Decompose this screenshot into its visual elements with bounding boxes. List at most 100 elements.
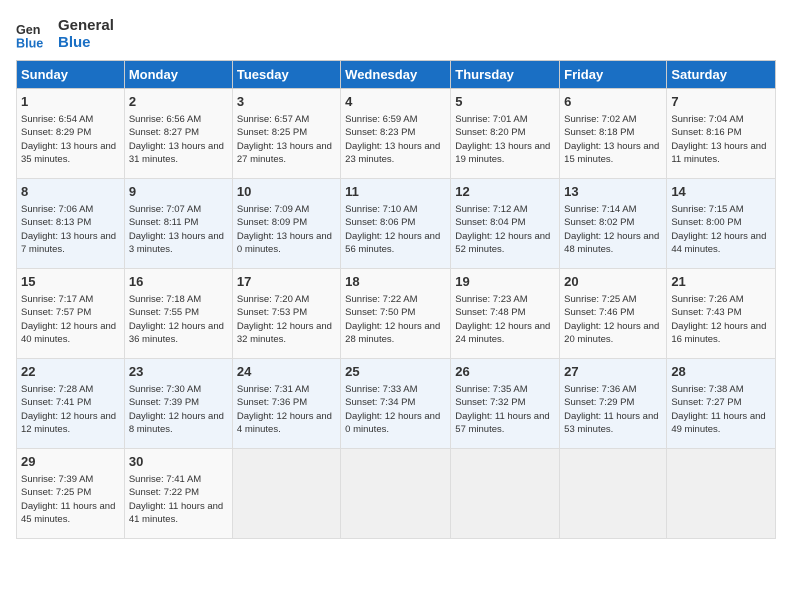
- calendar-week-row: 1Sunrise: 6:54 AMSunset: 8:29 PMDaylight…: [17, 89, 776, 179]
- daylight-label: Daylight: 13 hours and 0 minutes.: [237, 231, 332, 255]
- sunrise-text: Sunrise: 7:22 AM: [345, 294, 417, 305]
- sunset-text: Sunset: 8:25 PM: [237, 127, 307, 138]
- sunset-text: Sunset: 7:55 PM: [129, 307, 199, 318]
- daylight-label: Daylight: 12 hours and 36 minutes.: [129, 321, 224, 345]
- calendar-cell: 28Sunrise: 7:38 AMSunset: 7:27 PMDayligh…: [667, 359, 776, 449]
- calendar-cell: 3Sunrise: 6:57 AMSunset: 8:25 PMDaylight…: [232, 89, 340, 179]
- calendar-cell: 7Sunrise: 7:04 AMSunset: 8:16 PMDaylight…: [667, 89, 776, 179]
- day-number: 16: [129, 273, 228, 291]
- sunset-text: Sunset: 7:57 PM: [21, 307, 91, 318]
- sunset-text: Sunset: 7:53 PM: [237, 307, 307, 318]
- day-number: 22: [21, 363, 120, 381]
- sunrise-text: Sunrise: 7:12 AM: [455, 204, 527, 215]
- page-header: Gen Blue General Blue: [16, 16, 776, 52]
- calendar-cell: 5Sunrise: 7:01 AMSunset: 8:20 PMDaylight…: [451, 89, 560, 179]
- day-number: 24: [237, 363, 336, 381]
- sunset-text: Sunset: 8:13 PM: [21, 217, 91, 228]
- sunrise-text: Sunrise: 7:38 AM: [671, 384, 743, 395]
- day-number: 9: [129, 183, 228, 201]
- sunset-text: Sunset: 7:36 PM: [237, 397, 307, 408]
- sunset-text: Sunset: 7:22 PM: [129, 487, 199, 498]
- sunset-text: Sunset: 7:41 PM: [21, 397, 91, 408]
- sunrise-text: Sunrise: 7:30 AM: [129, 384, 201, 395]
- calendar-cell: 10 Sunrise: 7:09 AM Sunset: 8:09 PM Dayligh…: [232, 179, 340, 269]
- sunset-text: Sunset: 8:18 PM: [564, 127, 634, 138]
- header-wednesday: Wednesday: [341, 61, 451, 89]
- daylight-label: Daylight: 13 hours and 31 minutes.: [129, 141, 224, 165]
- sunrise-text: Sunrise: 7:33 AM: [345, 384, 417, 395]
- sunset-text: Sunset: 7:25 PM: [21, 487, 91, 498]
- daylight-label: Daylight: 12 hours and 8 minutes.: [129, 411, 224, 435]
- calendar-week-row: 22Sunrise: 7:28 AMSunset: 7:41 PMDayligh…: [17, 359, 776, 449]
- logo-icon: Gen Blue: [16, 16, 52, 52]
- daylight-label: Daylight: 13 hours and 11 minutes.: [671, 141, 766, 165]
- calendar-cell: 21Sunrise: 7:26 AMSunset: 7:43 PMDayligh…: [667, 269, 776, 359]
- header-thursday: Thursday: [451, 61, 560, 89]
- day-number: 18: [345, 273, 446, 291]
- daylight-label: Daylight: 13 hours and 27 minutes.: [237, 141, 332, 165]
- sunrise-text: Sunrise: 7:04 AM: [671, 114, 743, 125]
- logo-text-line2: Blue: [58, 34, 114, 51]
- daylight-label: Daylight: 12 hours and 48 minutes.: [564, 231, 659, 255]
- calendar-cell: 20Sunrise: 7:25 AMSunset: 7:46 PMDayligh…: [560, 269, 667, 359]
- calendar-cell: 8Sunrise: 7:06 AMSunset: 8:13 PMDaylight…: [17, 179, 125, 269]
- sunset-text: Sunset: 7:50 PM: [345, 307, 415, 318]
- calendar-cell: 27Sunrise: 7:36 AMSunset: 7:29 PMDayligh…: [560, 359, 667, 449]
- daylight-label: Daylight: 13 hours and 35 minutes.: [21, 141, 116, 165]
- calendar-week-row: 8Sunrise: 7:06 AMSunset: 8:13 PMDaylight…: [17, 179, 776, 269]
- calendar-cell: 22Sunrise: 7:28 AMSunset: 7:41 PMDayligh…: [17, 359, 125, 449]
- sunset-text: Sunset: 8:27 PM: [129, 127, 199, 138]
- sunrise-text: Sunrise: 7:36 AM: [564, 384, 636, 395]
- calendar-cell: 15Sunrise: 7:17 AMSunset: 7:57 PMDayligh…: [17, 269, 125, 359]
- day-number: 27: [564, 363, 662, 381]
- sunrise-text: Sunrise: 7:18 AM: [129, 294, 201, 305]
- day-number: 10: [237, 183, 336, 201]
- sunrise-text: Sunrise: 7:14 AM: [564, 204, 636, 215]
- sunrise-text: Sunrise: 6:56 AM: [129, 114, 201, 125]
- sunset-text: Sunset: 8:11 PM: [129, 217, 199, 228]
- calendar-cell: 19Sunrise: 7:23 AMSunset: 7:48 PMDayligh…: [451, 269, 560, 359]
- sunrise-text: Sunrise: 7:09 AM: [237, 204, 309, 215]
- calendar-cell: [341, 449, 451, 539]
- day-number: 21: [671, 273, 771, 291]
- sunset-text: Sunset: 8:09 PM: [237, 217, 307, 228]
- header-saturday: Saturday: [667, 61, 776, 89]
- calendar-cell: 18Sunrise: 7:22 AMSunset: 7:50 PMDayligh…: [341, 269, 451, 359]
- daylight-label: Daylight: 11 hours and 45 minutes.: [21, 501, 115, 525]
- daylight-label: Daylight: 12 hours and 16 minutes.: [671, 321, 766, 345]
- day-number: 11: [345, 183, 446, 201]
- sunrise-text: Sunrise: 7:02 AM: [564, 114, 636, 125]
- sunrise-text: Sunrise: 6:57 AM: [237, 114, 309, 125]
- calendar-cell: 11Sunrise: 7:10 AMSunset: 8:06 PMDayligh…: [341, 179, 451, 269]
- calendar-header-row: SundayMondayTuesdayWednesdayThursdayFrid…: [17, 61, 776, 89]
- daylight-label: Daylight: 12 hours and 20 minutes.: [564, 321, 659, 345]
- day-number: 14: [671, 183, 771, 201]
- calendar-week-row: 15Sunrise: 7:17 AMSunset: 7:57 PMDayligh…: [17, 269, 776, 359]
- daylight-label: Daylight: 11 hours and 57 minutes.: [455, 411, 549, 435]
- calendar-cell: 17Sunrise: 7:20 AMSunset: 7:53 PMDayligh…: [232, 269, 340, 359]
- calendar-cell: [560, 449, 667, 539]
- day-number: 17: [237, 273, 336, 291]
- calendar-cell: 12Sunrise: 7:12 AMSunset: 8:04 PMDayligh…: [451, 179, 560, 269]
- sunrise-text: Sunrise: 7:07 AM: [129, 204, 201, 215]
- daylight-label: Daylight: 11 hours and 41 minutes.: [129, 501, 223, 525]
- sunrise-text: Sunrise: 7:39 AM: [21, 474, 93, 485]
- sunset-text: Sunset: 7:46 PM: [564, 307, 634, 318]
- header-tuesday: Tuesday: [232, 61, 340, 89]
- sunrise-text: Sunrise: 7:06 AM: [21, 204, 93, 215]
- calendar-cell: 1Sunrise: 6:54 AMSunset: 8:29 PMDaylight…: [17, 89, 125, 179]
- calendar-cell: [232, 449, 340, 539]
- day-number: 29: [21, 453, 120, 471]
- daylight-label: Daylight: 13 hours and 15 minutes.: [564, 141, 659, 165]
- calendar-cell: 16 Sunrise: 7:18 AM Sunset: 7:55 PM Dayligh…: [124, 269, 232, 359]
- sunset-text: Sunset: 8:00 PM: [671, 217, 741, 228]
- sunset-text: Sunset: 8:29 PM: [21, 127, 91, 138]
- sunrise-text: Sunrise: 7:17 AM: [21, 294, 93, 305]
- day-number: 25: [345, 363, 446, 381]
- calendar-cell: [667, 449, 776, 539]
- day-number: 4: [345, 93, 446, 111]
- sunrise-text: Sunrise: 7:23 AM: [455, 294, 527, 305]
- daylight-label: Daylight: 13 hours and 3 minutes.: [129, 231, 224, 255]
- header-monday: Monday: [124, 61, 232, 89]
- day-number: 6: [564, 93, 662, 111]
